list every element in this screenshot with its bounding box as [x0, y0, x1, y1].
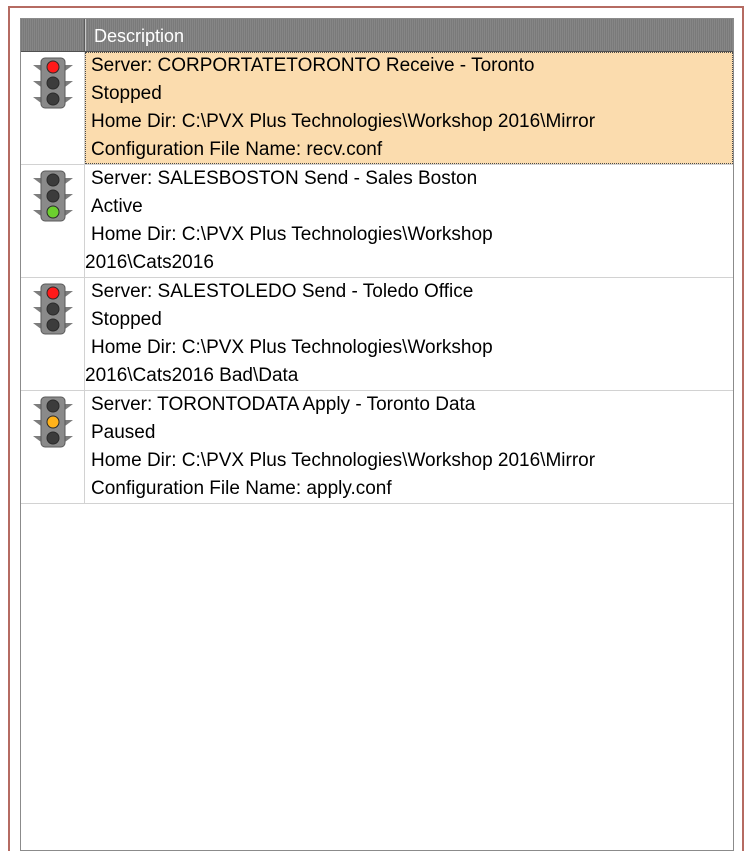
home-dir-line: Home Dir: C:\PVX Plus Technologies\Works… [91, 337, 493, 358]
description-cell: Server: SALESTOLEDO Send - Toledo Office… [85, 278, 733, 390]
traffic-light-icon [33, 57, 73, 109]
list-header: Description [21, 19, 733, 52]
description-cell: Server: CORPORTATETORONTO Receive - Toro… [85, 52, 733, 164]
description-cell: Server: TORONTODATA Apply - Toronto Data… [85, 391, 733, 503]
config-line: Configuration File Name: apply.conf [91, 478, 392, 499]
server-line: Server: SALESTOLEDO Send - Toledo Office [91, 281, 474, 302]
status-cell [21, 165, 85, 277]
status-line: Active [91, 196, 143, 217]
list-item[interactable]: Server: SALESTOLEDO Send - Toledo Office… [21, 278, 733, 391]
list-item[interactable]: Server: CORPORTATETORONTO Receive - Toro… [21, 52, 733, 165]
description-cell: Server: SALESBOSTON Send - Sales Boston … [85, 165, 733, 277]
server-list[interactable]: Description Server: CORPORTATETORONTO Re… [20, 18, 734, 851]
status-cell [21, 278, 85, 390]
traffic-light-icon [33, 283, 73, 335]
list-item[interactable]: Server: SALESBOSTON Send - Sales Boston … [21, 165, 733, 278]
server-line: Server: CORPORTATETORONTO Receive - Toro… [91, 55, 535, 76]
column-header-description[interactable]: Description [85, 19, 733, 51]
column-header-status[interactable] [21, 19, 85, 51]
server-line: Server: TORONTODATA Apply - Toronto Data [91, 394, 476, 415]
config-line: Configuration File Name: recv.conf [91, 139, 383, 160]
home-dir-line: Home Dir: C:\PVX Plus Technologies\Works… [91, 111, 596, 132]
status-line: Paused [91, 422, 156, 443]
list-item[interactable]: Server: TORONTODATA Apply - Toronto Data… [21, 391, 733, 504]
list-rows: Server: CORPORTATETORONTO Receive - Toro… [21, 52, 733, 504]
status-line: Stopped [91, 309, 162, 330]
server-line: Server: SALESBOSTON Send - Sales Boston [91, 168, 478, 189]
window-frame: Description Server: CORPORTATETORONTO Re… [8, 6, 744, 851]
home-dir-line: Home Dir: C:\PVX Plus Technologies\Works… [91, 450, 596, 471]
home-dir-continuation: 2016\Cats2016 [85, 252, 214, 273]
home-dir-continuation: 2016\Cats2016 Bad\Data [85, 365, 299, 386]
status-cell [21, 52, 85, 164]
status-line: Stopped [91, 83, 162, 104]
home-dir-line: Home Dir: C:\PVX Plus Technologies\Works… [91, 224, 493, 245]
traffic-light-icon [33, 396, 73, 448]
status-cell [21, 391, 85, 503]
traffic-light-icon [33, 170, 73, 222]
